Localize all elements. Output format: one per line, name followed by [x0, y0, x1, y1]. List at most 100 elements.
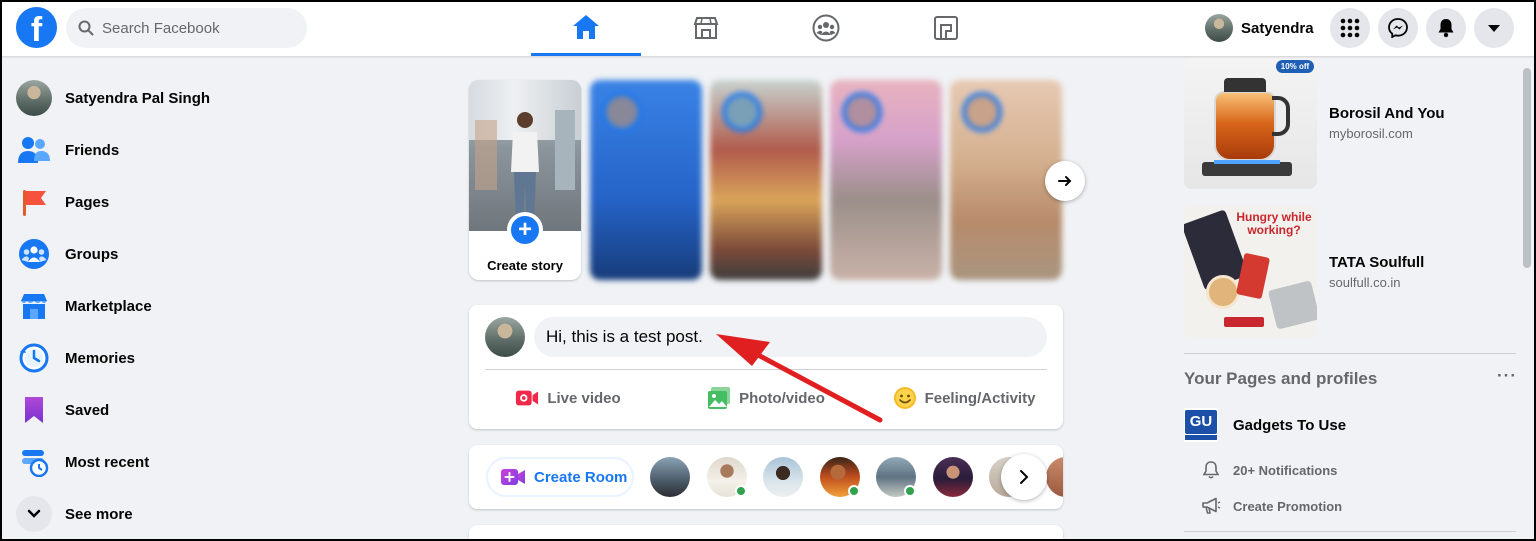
avatar — [1205, 14, 1233, 42]
create-promotion-link[interactable]: Create Promotion — [1200, 495, 1342, 517]
contact-avatar[interactable] — [1046, 457, 1063, 497]
create-story-card[interactable]: + Create story — [469, 80, 581, 280]
feeling-icon — [893, 386, 917, 410]
live-video-icon — [515, 386, 539, 410]
feed-post-card — [469, 525, 1063, 541]
page-logo-text: GU — [1185, 410, 1217, 434]
story-avatar — [722, 92, 762, 132]
divider — [1184, 531, 1516, 532]
sidebar-item-profile[interactable]: Satyendra Pal Singh — [8, 72, 328, 124]
sidebar-item-label: Satyendra Pal Singh — [65, 89, 211, 107]
story-card[interactable] — [830, 80, 942, 280]
video-camera-plus-icon — [501, 469, 525, 485]
sidebar-item-see-more[interactable]: See more — [8, 488, 328, 540]
bell-outline-icon — [1200, 459, 1222, 481]
sidebar-item-most-recent[interactable]: Most recent — [8, 436, 328, 488]
live-video-label: Live video — [547, 389, 621, 407]
ad-image: Hungry while working? — [1184, 205, 1317, 338]
pages-flag-icon — [16, 184, 52, 220]
divider — [485, 369, 1047, 370]
create-room-button[interactable]: Create Room — [486, 457, 634, 497]
profile-chip[interactable]: Satyendra — [1201, 10, 1318, 46]
stories-next-button[interactable] — [1045, 161, 1085, 201]
home-icon — [573, 14, 599, 39]
contact-avatar[interactable] — [933, 457, 973, 497]
scrollbar-thumb[interactable] — [1523, 68, 1531, 268]
profile-avatar — [16, 80, 52, 116]
most-recent-icon — [16, 444, 52, 480]
story-card[interactable] — [710, 80, 822, 280]
ad-domain: myborosil.com — [1329, 125, 1413, 141]
tab-gaming[interactable] — [891, 0, 1001, 56]
sponsored-ad[interactable]: Hungry while working? TATA Soulfull soul… — [1184, 205, 1424, 338]
menu-grid-icon — [1340, 18, 1360, 38]
sidebar-item-memories[interactable]: Memories — [8, 332, 328, 384]
messenger-button[interactable] — [1378, 8, 1418, 48]
ad-image: 10% off — [1184, 56, 1317, 189]
feeling-activity-label: Feeling/Activity — [924, 389, 1036, 407]
account-button[interactable] — [1474, 8, 1514, 48]
marketplace-icon — [693, 17, 719, 39]
live-video-button[interactable]: Live video — [469, 378, 667, 418]
post-text-field[interactable]: Hi, this is a test post. — [534, 317, 1047, 357]
ad-text: Borosil And You myborosil.com — [1329, 56, 1445, 189]
left-sidebar: Satyendra Pal Singh Friends Pages Groups… — [8, 72, 328, 540]
sidebar-item-label: Saved — [65, 401, 110, 419]
sponsored-ad[interactable]: 10% off Borosil And You myborosil.com — [1184, 56, 1445, 189]
sidebar-item-friends[interactable]: Friends — [8, 124, 328, 176]
tab-groups[interactable] — [771, 0, 881, 56]
search-bar[interactable] — [66, 8, 307, 48]
rooms-tray: Create Room — [469, 445, 1063, 509]
ad-headline: Hungry while working? — [1236, 210, 1312, 237]
photo-video-icon — [707, 386, 731, 410]
top-navigation-bar: f Search Facebook Satyendra — [0, 0, 1536, 56]
chevron-down-icon — [16, 496, 52, 532]
menu-button[interactable] — [1330, 8, 1370, 48]
sidebar-item-label: Memories — [65, 349, 136, 367]
search-icon — [78, 20, 94, 36]
gaming-icon — [934, 16, 958, 40]
more-options-icon[interactable]: ··· — [1497, 366, 1517, 386]
notifications-count-label: 20+ Notifications — [1233, 462, 1338, 478]
chevron-right-icon — [1058, 176, 1072, 186]
groups-icon — [16, 236, 52, 272]
tab-marketplace[interactable] — [651, 0, 761, 56]
sidebar-item-marketplace[interactable]: Marketplace — [8, 280, 328, 332]
feeling-activity-button[interactable]: Feeling/Activity — [865, 378, 1063, 418]
contact-avatar[interactable] — [650, 457, 690, 497]
add-story-icon[interactable]: + — [507, 212, 543, 248]
tab-home[interactable] — [531, 0, 641, 56]
notifications-button[interactable] — [1426, 8, 1466, 48]
contact-avatar[interactable] — [763, 457, 803, 497]
sidebar-item-groups[interactable]: Groups — [8, 228, 328, 280]
online-status-dot — [904, 485, 916, 497]
page-logo: GU — [1184, 408, 1218, 442]
facebook-logo-icon[interactable]: f — [16, 7, 57, 48]
messenger-icon — [1388, 18, 1408, 38]
search-input[interactable] — [102, 19, 292, 37]
story-avatar — [602, 92, 642, 132]
page-notifications-link[interactable]: 20+ Notifications — [1200, 459, 1337, 481]
page-item[interactable]: GU Gadgets To Use — [1184, 408, 1346, 442]
sidebar-item-label: Friends — [65, 141, 120, 159]
ad-title: TATA Soulfull — [1329, 253, 1425, 271]
avatar[interactable] — [485, 317, 525, 357]
ad-domain: soulfull.co.in — [1329, 274, 1401, 290]
sidebar-item-saved[interactable]: Saved — [8, 384, 328, 436]
story-card[interactable] — [590, 80, 702, 280]
ad-text: TATA Soulfull soulfull.co.in — [1329, 205, 1424, 338]
bell-icon — [1438, 19, 1454, 38]
sidebar-item-label: See more — [65, 505, 133, 523]
stories-tray: + Create story — [469, 80, 1063, 280]
page-name: Gadgets To Use — [1233, 416, 1347, 434]
friends-icon — [16, 132, 52, 168]
story-avatar — [842, 92, 882, 132]
ad-title: Borosil And You — [1329, 104, 1445, 122]
photo-video-button[interactable]: Photo/video — [667, 378, 865, 418]
sidebar-item-label: Marketplace — [65, 297, 152, 315]
create-room-label: Create Room — [534, 468, 628, 486]
rooms-next-button[interactable] — [1001, 454, 1047, 500]
create-story-photo — [469, 80, 581, 231]
sidebar-item-pages[interactable]: Pages — [8, 176, 328, 228]
right-scrollbar[interactable] — [1520, 56, 1534, 541]
